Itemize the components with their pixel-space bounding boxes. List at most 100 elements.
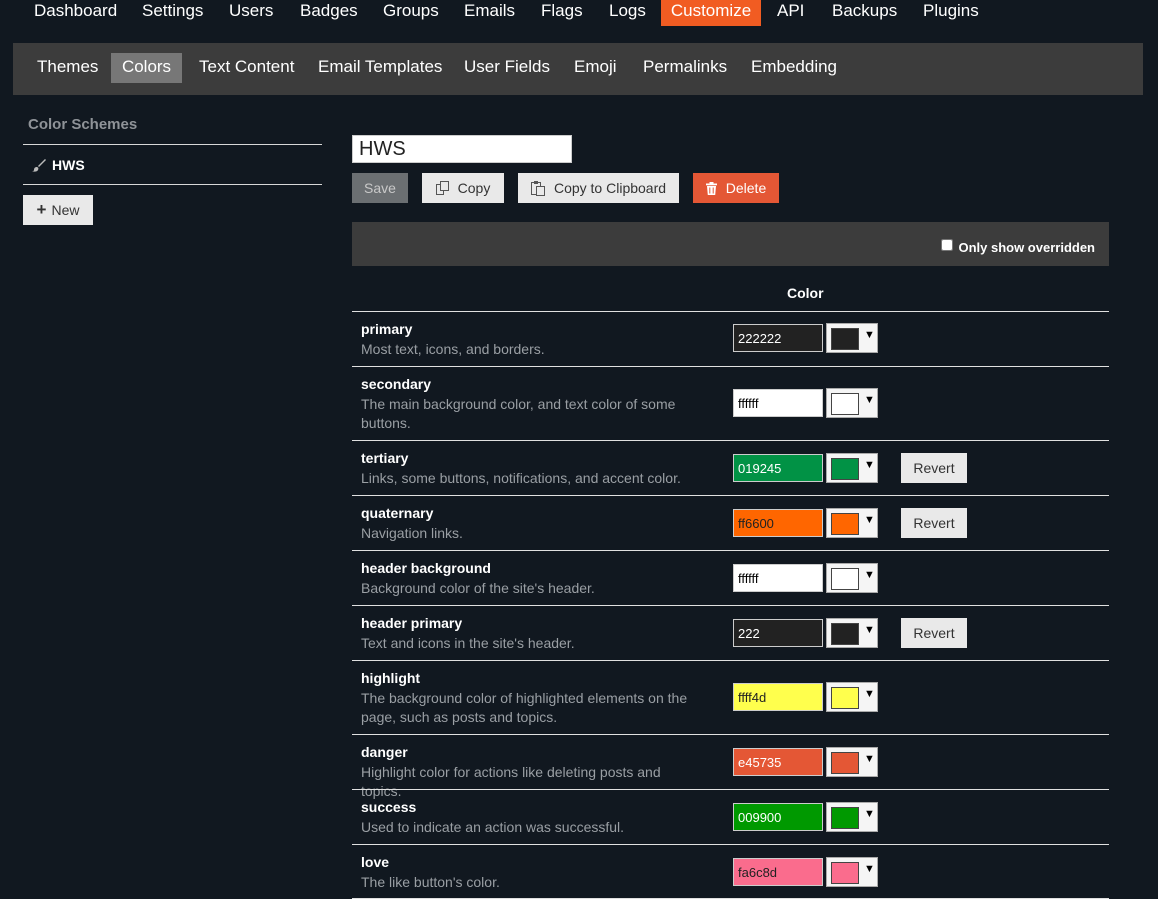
color-picker[interactable]: ▼ xyxy=(826,453,878,483)
color-row: success Used to indicate an action was su… xyxy=(352,789,1109,844)
save-label: Save xyxy=(364,180,396,196)
caret-down-icon: ▼ xyxy=(864,624,875,636)
color-picker[interactable]: ▼ xyxy=(826,857,878,887)
tab-user-fields[interactable]: User Fields xyxy=(464,53,550,83)
hex-input[interactable] xyxy=(733,803,823,831)
color-column-header: Color xyxy=(787,285,824,301)
color-name: danger xyxy=(361,744,408,760)
filter-bar: Only show overridden xyxy=(352,222,1109,266)
color-swatch xyxy=(831,568,859,590)
caret-down-icon: ▼ xyxy=(864,808,875,820)
plus-icon: + xyxy=(36,200,47,219)
color-picker[interactable]: ▼ xyxy=(826,618,878,648)
new-scheme-button[interactable]: + New xyxy=(23,195,93,225)
color-description: Navigation links. xyxy=(361,525,463,541)
hex-input[interactable] xyxy=(733,454,823,482)
color-name: love xyxy=(361,854,390,870)
caret-down-icon: ▼ xyxy=(864,514,875,526)
color-swatch xyxy=(831,687,859,709)
color-swatch xyxy=(831,513,859,535)
only-overridden-label: Only show overridden xyxy=(958,240,1095,255)
caret-down-icon: ▼ xyxy=(864,329,875,341)
nav-flags[interactable]: Flags xyxy=(541,0,583,26)
color-description: Most text, icons, and borders. xyxy=(361,341,545,357)
color-row: secondary The main background color, and … xyxy=(352,366,1109,440)
copy-button[interactable]: Copy xyxy=(422,173,504,203)
color-row: highlight The background color of highlig… xyxy=(352,660,1109,734)
color-name: tertiary xyxy=(361,450,409,466)
color-description: The main background color, and text colo… xyxy=(361,396,676,431)
copy-to-clipboard-button[interactable]: Copy to Clipboard xyxy=(518,173,679,203)
color-name: header background xyxy=(361,560,491,576)
nav-badges[interactable]: Badges xyxy=(300,0,358,26)
divider xyxy=(23,144,322,145)
color-picker[interactable]: ▼ xyxy=(826,388,878,418)
scheme-item-hws[interactable]: HWS xyxy=(32,155,85,175)
color-picker[interactable]: ▼ xyxy=(826,682,878,712)
revert-button[interactable]: Revert xyxy=(901,508,967,538)
color-picker[interactable]: ▼ xyxy=(826,323,878,353)
new-button-label: New xyxy=(51,202,80,218)
tab-colors[interactable]: Colors xyxy=(111,53,182,83)
hex-input[interactable] xyxy=(733,389,823,417)
nav-emails[interactable]: Emails xyxy=(464,0,515,26)
top-nav: Dashboard Settings Users Badges Groups E… xyxy=(0,0,1158,26)
scheme-name-input[interactable] xyxy=(352,135,572,163)
color-row: header primary Text and icons in the site… xyxy=(352,605,1109,660)
copy-icon xyxy=(435,181,449,195)
color-row: love The like button's color. ▼ xyxy=(352,844,1109,899)
hex-input[interactable] xyxy=(733,324,823,352)
delete-label: Delete xyxy=(725,180,767,196)
nav-api[interactable]: API xyxy=(777,0,804,26)
nav-settings[interactable]: Settings xyxy=(142,0,203,26)
copy-label: Copy xyxy=(457,180,491,196)
hex-input[interactable] xyxy=(733,619,823,647)
divider xyxy=(23,184,322,185)
color-description: Links, some buttons, notifications, and … xyxy=(361,470,681,486)
color-swatch xyxy=(831,328,859,350)
nav-customize[interactable]: Customize xyxy=(661,0,761,26)
color-name: header primary xyxy=(361,615,463,631)
revert-button[interactable]: Revert xyxy=(901,618,967,648)
color-description: Background color of the site's header. xyxy=(361,580,595,596)
hex-input[interactable] xyxy=(733,564,823,592)
hex-input[interactable] xyxy=(733,748,823,776)
tab-embedding[interactable]: Embedding xyxy=(751,53,837,83)
color-name: quaternary xyxy=(361,505,434,521)
color-row: quaternary Navigation links. ▼ Revert xyxy=(352,495,1109,550)
caret-down-icon: ▼ xyxy=(864,688,875,700)
caret-down-icon: ▼ xyxy=(864,394,875,406)
tab-text-content[interactable]: Text Content xyxy=(199,53,294,83)
only-overridden-toggle[interactable]: Only show overridden xyxy=(941,238,1095,255)
hex-input[interactable] xyxy=(733,683,823,711)
nav-logs[interactable]: Logs xyxy=(609,0,646,26)
hex-input[interactable] xyxy=(733,858,823,886)
nav-users[interactable]: Users xyxy=(229,0,273,26)
revert-button[interactable]: Revert xyxy=(901,453,967,483)
tab-emoji[interactable]: Emoji xyxy=(574,53,617,83)
save-button[interactable]: Save xyxy=(352,173,408,203)
color-row: tertiary Links, some buttons, notificatio… xyxy=(352,440,1109,495)
color-swatch xyxy=(831,752,859,774)
clipboard-label: Copy to Clipboard xyxy=(553,180,667,196)
sub-nav: Themes Colors Text Content Email Templat… xyxy=(13,43,1143,95)
color-name: primary xyxy=(361,321,413,337)
tab-themes[interactable]: Themes xyxy=(37,53,98,83)
color-picker[interactable]: ▼ xyxy=(826,747,878,777)
tab-email-templates[interactable]: Email Templates xyxy=(318,53,442,83)
nav-backups[interactable]: Backups xyxy=(832,0,897,26)
color-swatch xyxy=(831,623,859,645)
nav-dashboard[interactable]: Dashboard xyxy=(34,0,117,26)
nav-plugins[interactable]: Plugins xyxy=(923,0,979,26)
only-overridden-checkbox[interactable] xyxy=(941,238,954,251)
tab-permalinks[interactable]: Permalinks xyxy=(643,53,727,83)
color-picker[interactable]: ▼ xyxy=(826,802,878,832)
color-picker[interactable]: ▼ xyxy=(826,508,878,538)
trash-icon xyxy=(705,181,717,195)
hex-input[interactable] xyxy=(733,509,823,537)
color-description: The like button's color. xyxy=(361,874,500,890)
caret-down-icon: ▼ xyxy=(864,569,875,581)
nav-groups[interactable]: Groups xyxy=(383,0,439,26)
delete-button[interactable]: Delete xyxy=(693,173,779,203)
color-picker[interactable]: ▼ xyxy=(826,563,878,593)
